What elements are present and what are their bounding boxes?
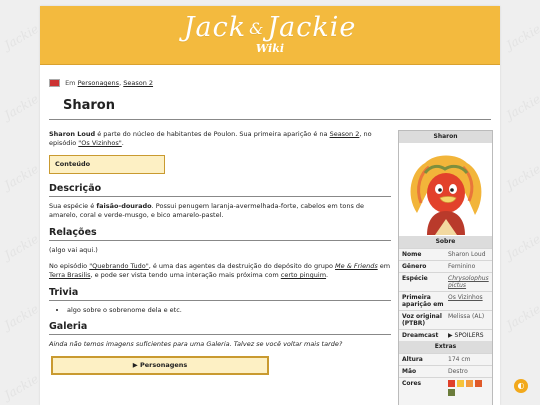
infobox-label: Voz original (PTBR) bbox=[402, 313, 442, 327]
intro-paragraph: Sharon Loud é parte do núcleo de habitan… bbox=[49, 130, 391, 148]
theme-toggle-button[interactable]: ◐ bbox=[514, 379, 528, 393]
color-swatch bbox=[457, 380, 464, 387]
relacoes-text-d: , e pode ser vista tendo uma interação m… bbox=[90, 271, 281, 279]
color-swatch bbox=[448, 389, 455, 396]
personagens-navbox-toggle[interactable]: ▶ Personagens bbox=[51, 356, 269, 375]
infobox-value: Chrysolophus pictus bbox=[446, 273, 492, 291]
section-heading-descricao: Descrição bbox=[49, 183, 102, 194]
section-divider bbox=[49, 300, 391, 301]
descricao-paragraph: Sua espécie é faisão-dourado. Possui pen… bbox=[49, 202, 391, 220]
section-heading-galeria: Galeria bbox=[49, 321, 88, 332]
wiki-banner[interactable]: Jack & Jackie Wiki bbox=[40, 6, 500, 65]
infobox-row-cores: Cores bbox=[399, 377, 492, 400]
intro-text-1: é parte do núcleo de habitantes de Poulo… bbox=[95, 130, 330, 138]
infobox-value: Os Vizinhos bbox=[446, 292, 492, 310]
infobox-label: Altura bbox=[402, 356, 423, 363]
color-swatch bbox=[475, 380, 482, 387]
category-link-personagens[interactable]: Personagens bbox=[78, 79, 119, 87]
logo-badge: Wiki bbox=[255, 42, 285, 55]
section-heading-relacoes: Relações bbox=[49, 227, 97, 238]
infobox-section-extras: Extras bbox=[399, 341, 492, 353]
infobox-row-especie: Espécie Chrysolophus pictus bbox=[399, 272, 492, 291]
breadcrumb-prefix: Em bbox=[65, 79, 76, 87]
page-title: Sharon bbox=[63, 98, 115, 113]
infobox-label: Primeira aparição em bbox=[402, 294, 444, 308]
category-breadcrumb: Em Personagens, Season 2 bbox=[49, 79, 153, 87]
table-of-contents-toggle[interactable]: Conteúdo bbox=[49, 155, 165, 174]
infobox-value: Sharon Loud bbox=[448, 251, 486, 258]
infobox-row-voz: Voz original (PTBR) Melissa (AL) bbox=[399, 310, 492, 329]
relacoes-paragraph: No episódio "Quebrando Tudo", é uma das … bbox=[49, 262, 391, 280]
infobox-label: Cores bbox=[402, 380, 422, 387]
descricao-pre: Sua espécie é bbox=[49, 202, 97, 210]
character-link-certo-pinguim[interactable]: certo pinguim bbox=[281, 271, 326, 279]
infobox-label: Espécie bbox=[402, 275, 428, 282]
section-galeria: Galeria Ainda não temos imagens suficien… bbox=[49, 321, 391, 375]
logo-second: Jackie bbox=[267, 12, 357, 43]
relacoes-text-c: em bbox=[377, 262, 391, 270]
color-swatch bbox=[448, 380, 455, 387]
section-heading-trivia: Trivia bbox=[49, 287, 79, 298]
episode-link-os-vizinhos[interactable]: "Os Vizinhos" bbox=[78, 139, 121, 147]
infobox-value: Melissa (AL) bbox=[448, 313, 485, 320]
color-swatches bbox=[446, 378, 492, 400]
section-relacoes: Relações (algo vai aqui.) No episódio "Q… bbox=[49, 227, 391, 280]
relacoes-text-e: . bbox=[326, 271, 329, 279]
infobox-row-primeira-aparicao: Primeira aparição em Os Vizinhos bbox=[399, 291, 492, 310]
infobox-label: Mão bbox=[402, 368, 417, 375]
section-descricao: Descrição Sua espécie é faisão-dourado. … bbox=[49, 183, 391, 220]
first-appearance-link[interactable]: Os Vizinhos bbox=[448, 294, 483, 301]
sharon-portrait-image bbox=[410, 155, 482, 235]
infobox-row-altura: Altura 174 cm bbox=[399, 353, 492, 365]
galeria-note: Ainda não temos imagens suficientes para… bbox=[49, 340, 343, 348]
relacoes-placeholder: (algo vai aqui.) bbox=[49, 246, 98, 254]
season-link[interactable]: Season 2 bbox=[330, 130, 360, 138]
logo-amp: & bbox=[249, 19, 265, 38]
character-infobox: Sharon Sobre Nome Sharon Loud Gênero Fem… bbox=[398, 130, 493, 405]
wiki-page: Jack & Jackie Wiki Em Personagens, Season … bbox=[40, 6, 500, 405]
logo-main: Jack bbox=[183, 12, 247, 43]
spoilers-toggle[interactable]: ▶ SPOILERS bbox=[446, 330, 492, 341]
flag-icon bbox=[49, 79, 60, 87]
species-link[interactable]: Chrysolophus pictus bbox=[448, 275, 489, 289]
infobox-label: Gênero bbox=[402, 263, 427, 270]
section-divider bbox=[49, 334, 391, 335]
infobox-label: Dreamcast bbox=[402, 332, 439, 339]
category-link-season-2[interactable]: Season 2 bbox=[123, 79, 153, 87]
infobox-value: Feminino bbox=[448, 263, 476, 270]
section-trivia: Trivia algo sobre o sobrenome dela e etc… bbox=[49, 287, 391, 315]
infobox-row-mao: Mão Destro bbox=[399, 365, 492, 377]
infobox-section-sobre: Sobre bbox=[399, 236, 492, 248]
title-divider bbox=[49, 119, 491, 120]
section-divider bbox=[49, 240, 391, 241]
trivia-list: algo sobre o sobrenome dela e etc. bbox=[49, 306, 391, 315]
color-swatch bbox=[466, 380, 473, 387]
species-name: faisão-dourado bbox=[96, 202, 152, 210]
section-divider bbox=[49, 196, 391, 197]
infobox-label: Nome bbox=[402, 251, 422, 258]
article-content: Sharon Loud é parte do núcleo de habitan… bbox=[49, 130, 429, 375]
wiki-logo[interactable]: Jack & Jackie bbox=[40, 12, 500, 43]
intro-text-3: . bbox=[121, 139, 124, 147]
infobox-value: Destro bbox=[448, 368, 468, 375]
breadcrumb-separator: , bbox=[119, 79, 122, 87]
infobox-value: 174 cm bbox=[448, 356, 471, 363]
infobox-row-nome: Nome Sharon Loud bbox=[399, 248, 492, 260]
intro-name: Sharon Loud bbox=[49, 130, 96, 138]
list-item: algo sobre o sobrenome dela e etc. bbox=[67, 306, 391, 315]
infobox-title: Sharon bbox=[399, 131, 492, 143]
relacoes-text-b: , é uma das agentes da destruição do dep… bbox=[148, 262, 336, 270]
relacoes-text-a: No episódio bbox=[49, 262, 90, 270]
character-portrait[interactable] bbox=[399, 143, 492, 236]
episode-link-quebrando-tudo[interactable]: "Quebrando Tudo" bbox=[89, 262, 149, 270]
group-link-me-and-friends[interactable]: Me & Friends bbox=[335, 262, 378, 270]
infobox-row-dreamcast: Dreamcast ▶ SPOILERS bbox=[399, 329, 492, 341]
infobox-row-genero: Gênero Feminino bbox=[399, 260, 492, 272]
place-link-terra-brasilis[interactable]: Terra Brasilis bbox=[49, 271, 90, 279]
